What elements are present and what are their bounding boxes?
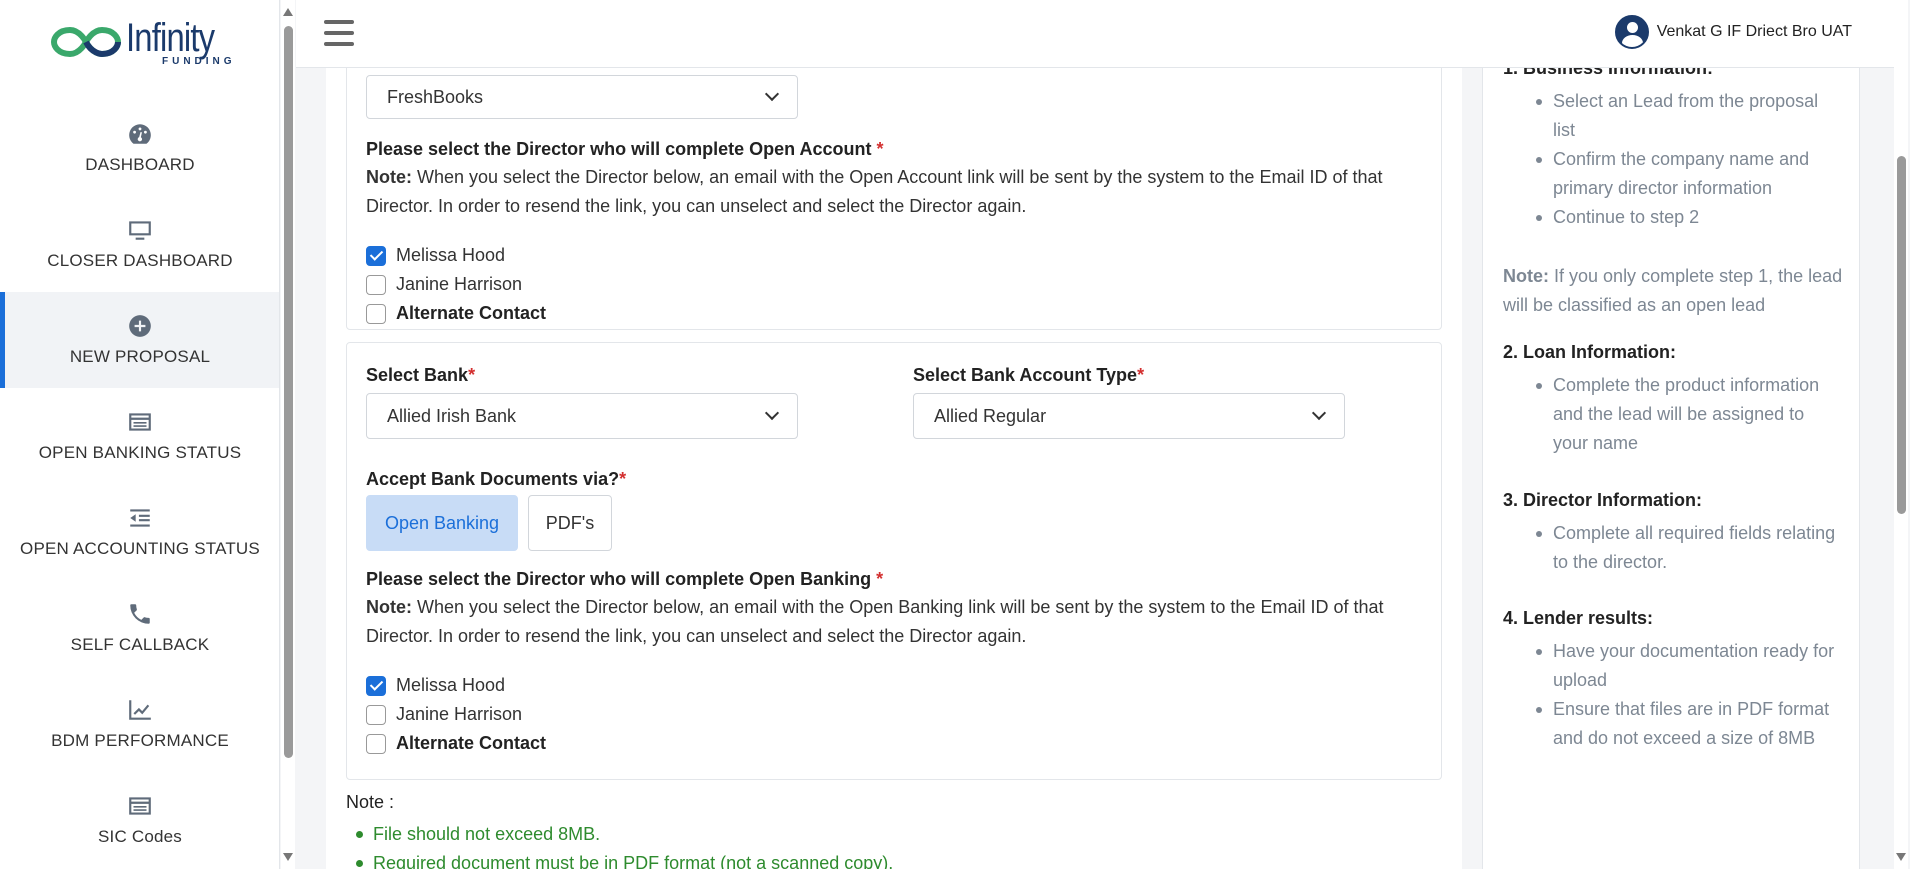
scroll-down-arrow-icon[interactable] <box>1896 853 1906 861</box>
help-section-director: 3. Director Information: Complete all re… <box>1503 490 1843 577</box>
select-account-type-label: Select Bank Account Type* <box>913 365 1145 385</box>
list-item: Confirm the company name and primary dir… <box>1503 145 1843 203</box>
select-bank-dropdown[interactable]: Allied Irish Bank <box>366 393 798 439</box>
plus-circle-icon <box>127 313 153 339</box>
open-accounting-card: FreshBooks Please select the Director wh… <box>346 68 1442 330</box>
select-account-type-dropdown[interactable]: Allied Regular <box>913 393 1345 439</box>
sidebar-item-sic-codes[interactable]: SIC Codes <box>0 772 279 868</box>
checkbox[interactable] <box>366 704 386 725</box>
sidebar-item-label: OPEN ACCOUNTING STATUS <box>20 539 260 558</box>
help-section-business: 1. Business Information: Select an Lead … <box>1503 68 1843 232</box>
banking-director-label: Please select the Director who will comp… <box>366 569 884 589</box>
open-banking-card: Select Bank* Allied Irish Bank Select Ba… <box>346 342 1442 780</box>
accounting-software-value: FreshBooks <box>387 86 484 107</box>
list-item: Continue to step 2 <box>1503 203 1843 232</box>
accept-documents-label: Accept Bank Documents via?* <box>366 469 627 489</box>
list-item: Have your documentation ready for upload <box>1503 637 1843 695</box>
card-list-icon <box>127 409 153 435</box>
chevron-down-icon <box>764 405 780 421</box>
help-section-loan: 2. Loan Information: Complete the produc… <box>1503 342 1843 458</box>
accounting-director-alternate-contact[interactable]: Alternate Contact <box>366 303 546 324</box>
list-item: File should not exceed 8MB. <box>355 820 893 849</box>
select-bank-value: Allied Irish Bank <box>387 405 517 426</box>
sidebar-item-new-proposal[interactable]: NEW PROPOSAL <box>0 292 279 388</box>
sidebar-nav: DASHBOARD CLOSER DASHBOARD NEW PROPOSAL … <box>0 100 279 868</box>
logo-wordmark: Infinity <box>126 15 215 60</box>
chart-line-icon <box>127 697 153 723</box>
checkbox-checked[interactable] <box>366 245 386 266</box>
help-section-title: 3. Director Information: <box>1503 490 1703 510</box>
sidebar-item-label: SELF CALLBACK <box>70 635 210 654</box>
accounting-software-select[interactable]: FreshBooks <box>366 75 798 119</box>
sidebar-item-dashboard[interactable]: DASHBOARD <box>0 100 279 196</box>
accounting-director-melissa-hood[interactable]: Melissa Hood <box>366 245 505 266</box>
sidebar-item-label: DASHBOARD <box>85 155 195 174</box>
infinity-funding-logo[interactable]: Infinity FUNDING <box>50 14 240 70</box>
banking-director-alternate-contact[interactable]: Alternate Contact <box>366 733 546 754</box>
pdfs-toggle-button[interactable]: PDF's <box>528 495 612 551</box>
sidebar: Infinity FUNDING DASHBOARD CLOSER DASHBO… <box>0 0 280 869</box>
open-banking-toggle-button[interactable]: Open Banking <box>366 495 518 551</box>
page-scroll-thumb[interactable] <box>1897 156 1906 514</box>
banking-director-melissa-hood[interactable]: Melissa Hood <box>366 675 505 696</box>
select-account-type-value: Allied Regular <box>934 405 1047 426</box>
card-list-icon <box>127 793 153 819</box>
scroll-up-arrow-icon[interactable] <box>283 8 293 16</box>
list-item: Complete the product information and the… <box>1503 371 1843 458</box>
sidebar-item-self-callback[interactable]: SELF CALLBACK <box>0 580 279 676</box>
checkbox[interactable] <box>366 303 386 324</box>
monitor-icon <box>127 217 153 243</box>
banking-director-janine-harrison[interactable]: Janine Harrison <box>366 704 522 725</box>
help-panel: 1. Business Information: Select an Lead … <box>1482 68 1860 869</box>
select-bank-label: Select Bank* <box>366 365 476 385</box>
help-step1-note: Note: If you only complete step 1, the l… <box>1503 266 1843 315</box>
dashboard-icon <box>127 121 153 147</box>
sidebar-item-bdm-performance[interactable]: BDM PERFORMANCE <box>0 676 279 772</box>
user-menu[interactable]: Venkat G IF Driect Bro UAT <box>1614 15 1852 49</box>
file-note-list: File should not exceed 8MB. Required doc… <box>355 820 893 869</box>
checkbox-checked[interactable] <box>366 675 386 696</box>
hamburger-menu-icon[interactable] <box>324 20 354 46</box>
accounting-director-janine-harrison[interactable]: Janine Harrison <box>366 274 522 295</box>
list-item: Ensure that files are in PDF format and … <box>1503 695 1843 753</box>
file-note-title: Note : <box>346 792 395 812</box>
sidebar-item-label: CLOSER DASHBOARD <box>47 251 233 270</box>
accounting-director-label: Please select the Director who will comp… <box>366 139 884 159</box>
help-section-title: 2. Loan Information: <box>1503 342 1676 362</box>
checkbox[interactable] <box>366 733 386 754</box>
phone-icon <box>127 601 153 627</box>
user-avatar-icon <box>1614 15 1649 49</box>
checkbox[interactable] <box>366 274 386 295</box>
chevron-down-icon <box>1311 405 1327 421</box>
help-section-title: 4. Lender results: <box>1503 608 1654 628</box>
list-item: Required document must be in PDF format … <box>355 849 893 869</box>
scroll-down-arrow-icon[interactable] <box>283 853 293 861</box>
list-item: Select an Lead from the proposal list <box>1503 87 1843 145</box>
indent-list-icon <box>127 505 153 531</box>
sidebar-item-label: SIC Codes <box>97 827 182 846</box>
infinity-logo-icon <box>50 26 122 58</box>
sidebar-item-label: NEW PROPOSAL <box>69 347 211 366</box>
list-item: Complete all required fields relating to… <box>1503 519 1843 577</box>
accept-documents-toggle-group: Open Banking PDF's <box>366 495 666 551</box>
page-scrollbar[interactable] <box>1894 0 1908 869</box>
sidebar-item-closer-dashboard[interactable]: CLOSER DASHBOARD <box>0 196 279 292</box>
sidebar-item-label: OPEN BANKING STATUS <box>38 443 242 462</box>
accounting-director-note: Note: When you select the Director below… <box>366 167 1383 216</box>
banking-director-note: Note: When you select the Director below… <box>366 597 1384 646</box>
sidebar-scrollbar[interactable] <box>281 0 295 869</box>
top-header: Venkat G IF Driect Bro UAT <box>296 0 1896 68</box>
main-content: FreshBooks Please select the Director wh… <box>326 68 1462 869</box>
user-name: Venkat G IF Driect Bro UAT <box>1656 23 1852 40</box>
sidebar-item-open-banking-status[interactable]: OPEN BANKING STATUS <box>0 388 279 484</box>
help-section-lender: 4. Lender results: Have your documentati… <box>1503 608 1843 753</box>
sidebar-scroll-thumb[interactable] <box>284 26 293 758</box>
help-section-title: 1. Business Information: <box>1503 68 1714 78</box>
chevron-down-icon <box>764 86 780 102</box>
sidebar-item-open-accounting-status[interactable]: OPEN ACCOUNTING STATUS <box>0 484 279 580</box>
sidebar-item-label: BDM PERFORMANCE <box>51 731 229 750</box>
